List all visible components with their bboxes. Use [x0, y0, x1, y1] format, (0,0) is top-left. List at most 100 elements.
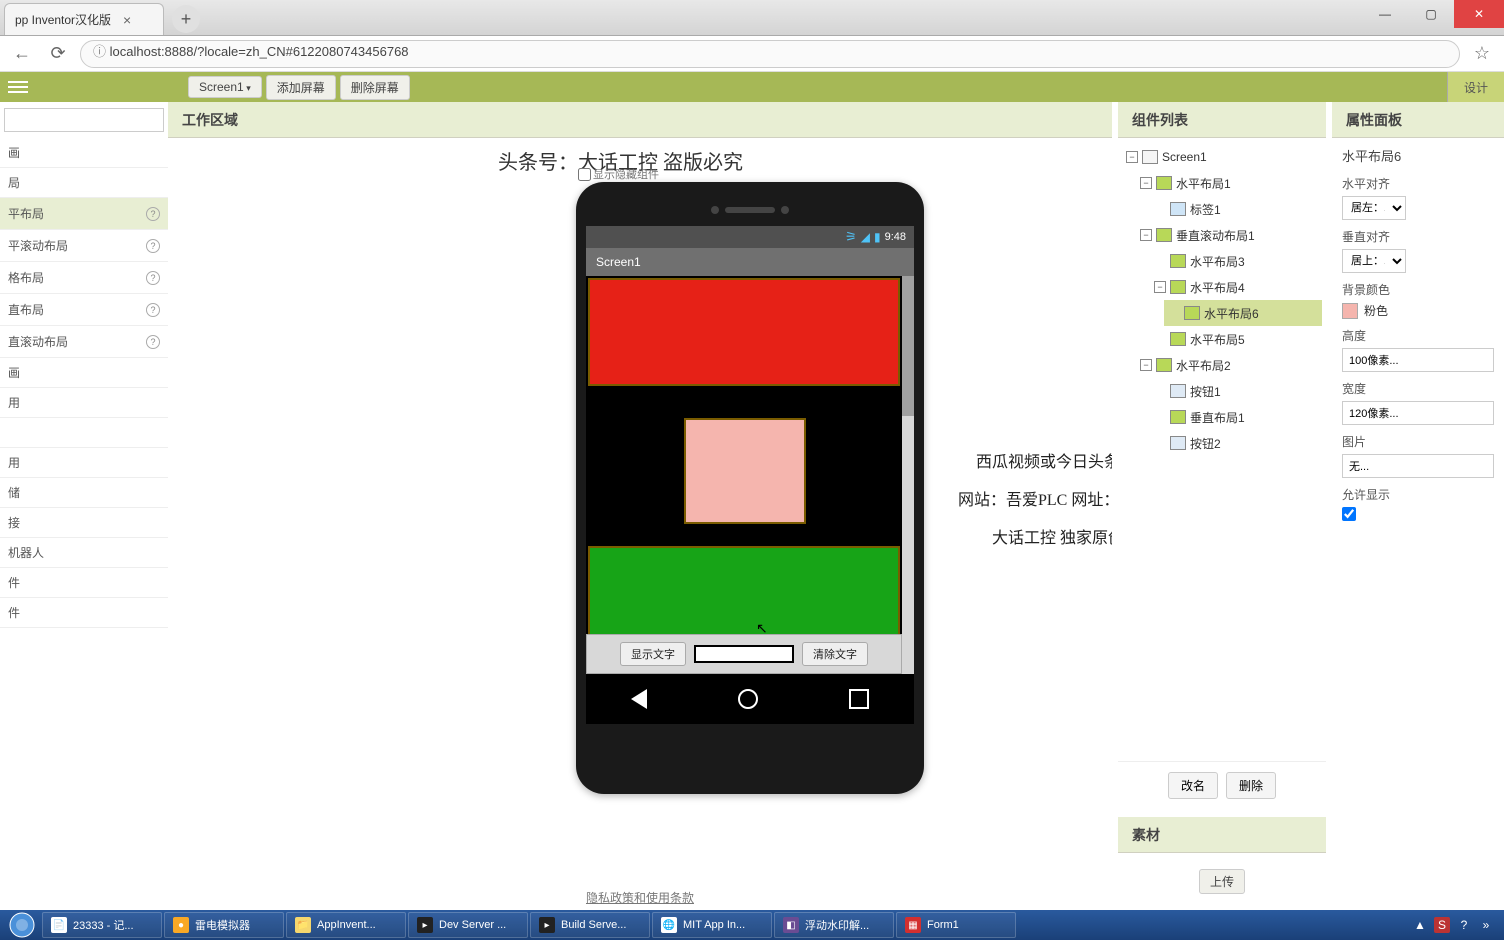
clear-text-button[interactable]: 清除文字: [802, 642, 868, 666]
task-item[interactable]: ▸Dev Server ...: [408, 912, 528, 938]
privacy-link[interactable]: 隐私政策和使用条款: [168, 885, 1112, 910]
task-item[interactable]: 📄23333 - 记...: [42, 912, 162, 938]
tree-node[interactable]: −垂直滚动布局1: [1136, 222, 1322, 248]
palette-search-input[interactable]: [4, 108, 164, 132]
tree-node-selected[interactable]: 水平布局6: [1164, 300, 1322, 326]
prop-label: 允许显示: [1342, 486, 1494, 503]
layout-block-green[interactable]: [588, 546, 900, 640]
maximize-button[interactable]: ▢: [1408, 0, 1454, 28]
upload-button[interactable]: 上传: [1199, 869, 1245, 894]
collapse-icon[interactable]: −: [1140, 359, 1152, 371]
collapse-icon[interactable]: −: [1126, 151, 1138, 163]
checkbox[interactable]: [578, 168, 591, 181]
palette-category[interactable]: 局: [0, 168, 168, 198]
tree-node[interactable]: −水平布局4: [1150, 274, 1322, 300]
valign-select[interactable]: 居上：1: [1342, 249, 1406, 273]
new-tab-button[interactable]: +: [172, 5, 200, 33]
watermark-text: 大话工控 独家原创 翻版必究: [992, 524, 1112, 548]
palette-item-table[interactable]: 格布局?: [0, 262, 168, 294]
watermark-text: 西瓜视频或今日头条号：大话工控: [976, 448, 1112, 472]
rename-button[interactable]: 改名: [1168, 772, 1218, 799]
recents-icon[interactable]: [849, 689, 869, 709]
home-icon[interactable]: [738, 689, 758, 709]
back-icon[interactable]: [631, 689, 647, 709]
help-icon[interactable]: ?: [146, 239, 160, 253]
palette-category[interactable]: 画: [0, 358, 168, 388]
back-button[interactable]: ←: [8, 40, 36, 68]
layout-block-red[interactable]: [588, 278, 900, 386]
prop-label: 图片: [1342, 433, 1494, 450]
help-icon[interactable]: ?: [146, 303, 160, 317]
palette-category[interactable]: 件: [0, 568, 168, 598]
tree-node[interactable]: −水平布局1: [1136, 170, 1322, 196]
minimize-button[interactable]: —: [1362, 0, 1408, 28]
tray-icon[interactable]: ▲: [1412, 917, 1428, 933]
help-icon[interactable]: ?: [146, 207, 160, 221]
status-bar: ⚞ ◢ ▮ 9:48: [586, 226, 914, 248]
tree-node[interactable]: 水平布局5: [1150, 326, 1322, 352]
tree-node[interactable]: −水平布局2: [1136, 352, 1322, 378]
height-input[interactable]: [1342, 348, 1494, 372]
ime-icon[interactable]: S: [1434, 917, 1450, 933]
palette-category[interactable]: 用: [0, 388, 168, 418]
palette-category[interactable]: 储: [0, 478, 168, 508]
tree-node[interactable]: 水平布局3: [1150, 248, 1322, 274]
task-item[interactable]: ▸Build Serve...: [530, 912, 650, 938]
bgcolor-picker[interactable]: 粉色: [1342, 302, 1494, 319]
delete-button[interactable]: 删除: [1226, 772, 1276, 799]
palette-category[interactable]: 画: [0, 138, 168, 168]
reload-button[interactable]: ⟳: [44, 40, 72, 68]
tree-node[interactable]: 标签1: [1150, 196, 1322, 222]
tree-node[interactable]: 按钮1: [1150, 378, 1322, 404]
browser-tab[interactable]: pp Inventor汉化版 ×: [4, 3, 164, 35]
component-tree: −Screen1 −水平布局1 标签1 −垂直滚动布局1 水平布局3 −水平布局…: [1118, 138, 1326, 761]
collapse-icon[interactable]: −: [1140, 229, 1152, 241]
close-icon[interactable]: ×: [119, 12, 135, 28]
palette-item-vscroll[interactable]: 直滚动布局?: [0, 326, 168, 358]
show-hidden-checkbox[interactable]: 显示隐藏组件: [578, 166, 659, 182]
tree-node-screen[interactable]: −Screen1: [1122, 144, 1322, 170]
workspace-panel: 工作区域 头条号：大话工控 盗版必究 显示隐藏组件 ⚞ ◢ ▮ 9:48 Scr…: [168, 102, 1112, 910]
add-screen-button[interactable]: 添加屏幕: [266, 75, 336, 100]
help-icon[interactable]: ?: [146, 271, 160, 285]
task-item[interactable]: ◧浮动水印解...: [774, 912, 894, 938]
task-item[interactable]: 🌐MIT App In...: [652, 912, 772, 938]
hamburger-icon[interactable]: [6, 77, 30, 97]
workspace-header: 工作区域: [168, 102, 1112, 138]
close-window-button[interactable]: ✕: [1454, 0, 1504, 28]
layout-block-pink[interactable]: [684, 418, 806, 524]
start-button[interactable]: [4, 911, 40, 939]
palette-item-hlayout[interactable]: 平布局?: [0, 198, 168, 230]
halign-select[interactable]: 居左：1: [1342, 196, 1406, 220]
scrollbar-thumb[interactable]: [902, 276, 914, 416]
palette-category[interactable]: [0, 418, 168, 448]
palette-category[interactable]: 件: [0, 598, 168, 628]
task-item[interactable]: 📁AppInvent...: [286, 912, 406, 938]
bookmark-icon[interactable]: ☆: [1468, 40, 1496, 68]
screen-dropdown[interactable]: Screen1: [188, 76, 262, 98]
text-input[interactable]: [694, 645, 794, 663]
palette-item-vlayout[interactable]: 直布局?: [0, 294, 168, 326]
image-input[interactable]: [1342, 454, 1494, 478]
palette-item-hscroll[interactable]: 平滚动布局?: [0, 230, 168, 262]
show-text-button[interactable]: 显示文字: [620, 642, 686, 666]
design-tab[interactable]: 设计: [1447, 72, 1504, 102]
collapse-icon[interactable]: −: [1154, 281, 1166, 293]
tree-node[interactable]: 垂直布局1: [1150, 404, 1322, 430]
task-item[interactable]: ●雷电模拟器: [164, 912, 284, 938]
palette-category[interactable]: 机器人: [0, 538, 168, 568]
material-header: 素材: [1118, 817, 1326, 853]
task-item[interactable]: ▦Form1: [896, 912, 1016, 938]
help-icon[interactable]: ?: [146, 335, 160, 349]
tree-node[interactable]: 按钮2: [1150, 430, 1322, 456]
help-icon[interactable]: ?: [1456, 917, 1472, 933]
url-input[interactable]: ⓘ localhost:8888/?locale=zh_CN#612208074…: [80, 40, 1460, 68]
palette-category[interactable]: 接: [0, 508, 168, 538]
collapse-icon[interactable]: −: [1140, 177, 1152, 189]
palette-category[interactable]: 用: [0, 448, 168, 478]
width-input[interactable]: [1342, 401, 1494, 425]
remove-screen-button[interactable]: 删除屏幕: [340, 75, 410, 100]
visible-checkbox[interactable]: [1342, 507, 1356, 521]
android-nav: [586, 674, 914, 724]
chevron-right-icon[interactable]: »: [1478, 917, 1494, 933]
